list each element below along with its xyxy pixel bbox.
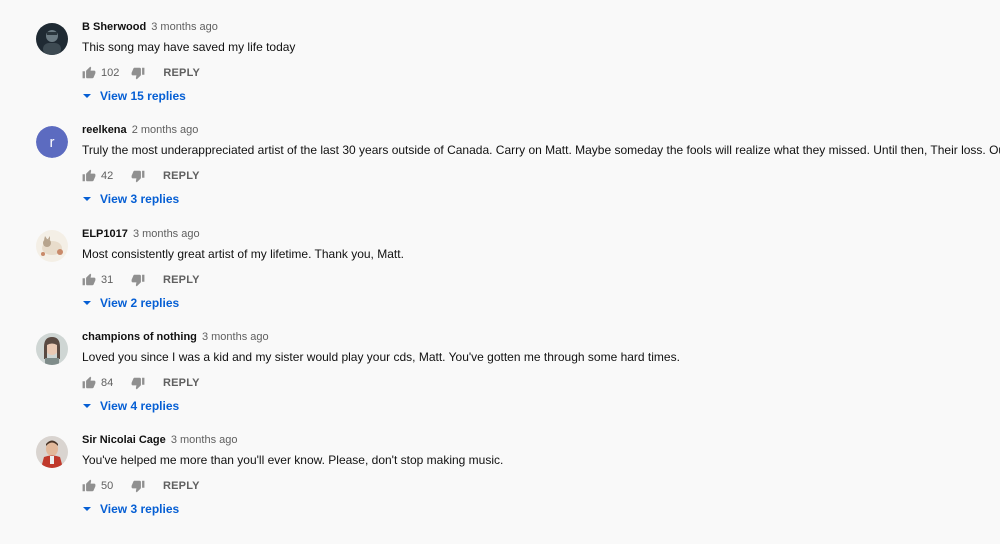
- view-replies-label: View 3 replies: [100, 192, 180, 206]
- view-replies-button[interactable]: View 2 replies: [82, 296, 179, 310]
- comment-timestamp[interactable]: 3 months ago: [202, 331, 269, 343]
- comment-text: You've helped me more than you'll ever k…: [82, 453, 504, 467]
- view-replies-label: View 15 replies: [100, 89, 186, 103]
- comment-author[interactable]: champions of nothing: [82, 331, 197, 343]
- caret-down-icon: [83, 94, 91, 98]
- avatar[interactable]: [36, 436, 68, 468]
- comment-author[interactable]: Sir Nicolai Cage: [82, 434, 166, 446]
- like-count: 42: [101, 170, 114, 182]
- caret-down-icon: [83, 301, 91, 305]
- view-replies-button[interactable]: View 3 replies: [82, 502, 179, 516]
- like-count: 102: [101, 67, 120, 79]
- comment-thread: champions of nothing 3 months ago Loved …: [0, 331, 1000, 441]
- avatar[interactable]: r: [36, 126, 68, 158]
- comment-actions: 42 REPLY: [82, 168, 200, 184]
- like-count: 50: [101, 480, 114, 492]
- thumb-down-icon[interactable]: [131, 479, 145, 493]
- comment-timestamp[interactable]: 3 months ago: [151, 21, 218, 33]
- comment-author[interactable]: B Sherwood: [82, 21, 146, 33]
- avatar[interactable]: [36, 230, 68, 262]
- thumb-down-icon[interactable]: [131, 66, 145, 80]
- comment-text: Loved you since I was a kid and my siste…: [82, 350, 680, 364]
- view-replies-button[interactable]: View 15 replies: [82, 89, 186, 103]
- comment-timestamp[interactable]: 2 months ago: [132, 124, 199, 136]
- reply-button[interactable]: REPLY: [163, 274, 200, 286]
- view-replies-label: View 2 replies: [100, 296, 180, 310]
- comment-actions: 31 REPLY: [82, 272, 200, 288]
- comment-actions: 50 REPLY: [82, 478, 200, 494]
- comment-actions: 102 REPLY: [82, 65, 200, 81]
- comment-thread: Sir Nicolai Cage 3 months ago You've hel…: [0, 434, 1000, 544]
- reply-button[interactable]: REPLY: [163, 67, 200, 79]
- thumb-down-icon[interactable]: [131, 169, 145, 183]
- thumb-up-icon[interactable]: [82, 273, 96, 287]
- reply-button[interactable]: REPLY: [163, 480, 200, 492]
- thumb-up-icon[interactable]: [82, 66, 96, 80]
- comment-thread: r reelkena 2 months ago Truly the most u…: [0, 124, 1000, 234]
- reply-button[interactable]: REPLY: [163, 170, 200, 182]
- thumb-down-icon[interactable]: [131, 273, 145, 287]
- avatar[interactable]: [36, 23, 68, 55]
- avatar[interactable]: [36, 333, 68, 365]
- comment-author[interactable]: reelkena: [82, 124, 127, 136]
- view-replies-button[interactable]: View 3 replies: [82, 192, 179, 206]
- thumb-up-icon[interactable]: [82, 479, 96, 493]
- comment-text: Truly the most underappreciated artist o…: [82, 143, 1000, 157]
- thumb-down-icon[interactable]: [131, 376, 145, 390]
- reply-button[interactable]: REPLY: [163, 377, 200, 389]
- view-replies-label: View 4 replies: [100, 399, 180, 413]
- caret-down-icon: [83, 197, 91, 201]
- caret-down-icon: [83, 507, 91, 511]
- like-count: 84: [101, 377, 114, 389]
- caret-down-icon: [83, 404, 91, 408]
- thumb-up-icon[interactable]: [82, 169, 96, 183]
- like-count: 31: [101, 274, 114, 286]
- comment-thread: ELP1017 3 months ago Most consistently g…: [0, 228, 1000, 338]
- avatar-letter: r: [36, 126, 68, 158]
- thumb-up-icon[interactable]: [82, 376, 96, 390]
- comment-timestamp[interactable]: 3 months ago: [171, 434, 238, 446]
- comment-timestamp[interactable]: 3 months ago: [133, 228, 200, 240]
- comment-text: This song may have saved my life today: [82, 40, 296, 54]
- view-replies-button[interactable]: View 4 replies: [82, 399, 179, 413]
- comment-text: Most consistently great artist of my lif…: [82, 247, 404, 261]
- comment-actions: 84 REPLY: [82, 375, 200, 391]
- comment-author[interactable]: ELP1017: [82, 228, 128, 240]
- comment-thread: B Sherwood 3 months ago This song may ha…: [0, 21, 1000, 131]
- view-replies-label: View 3 replies: [100, 502, 180, 516]
